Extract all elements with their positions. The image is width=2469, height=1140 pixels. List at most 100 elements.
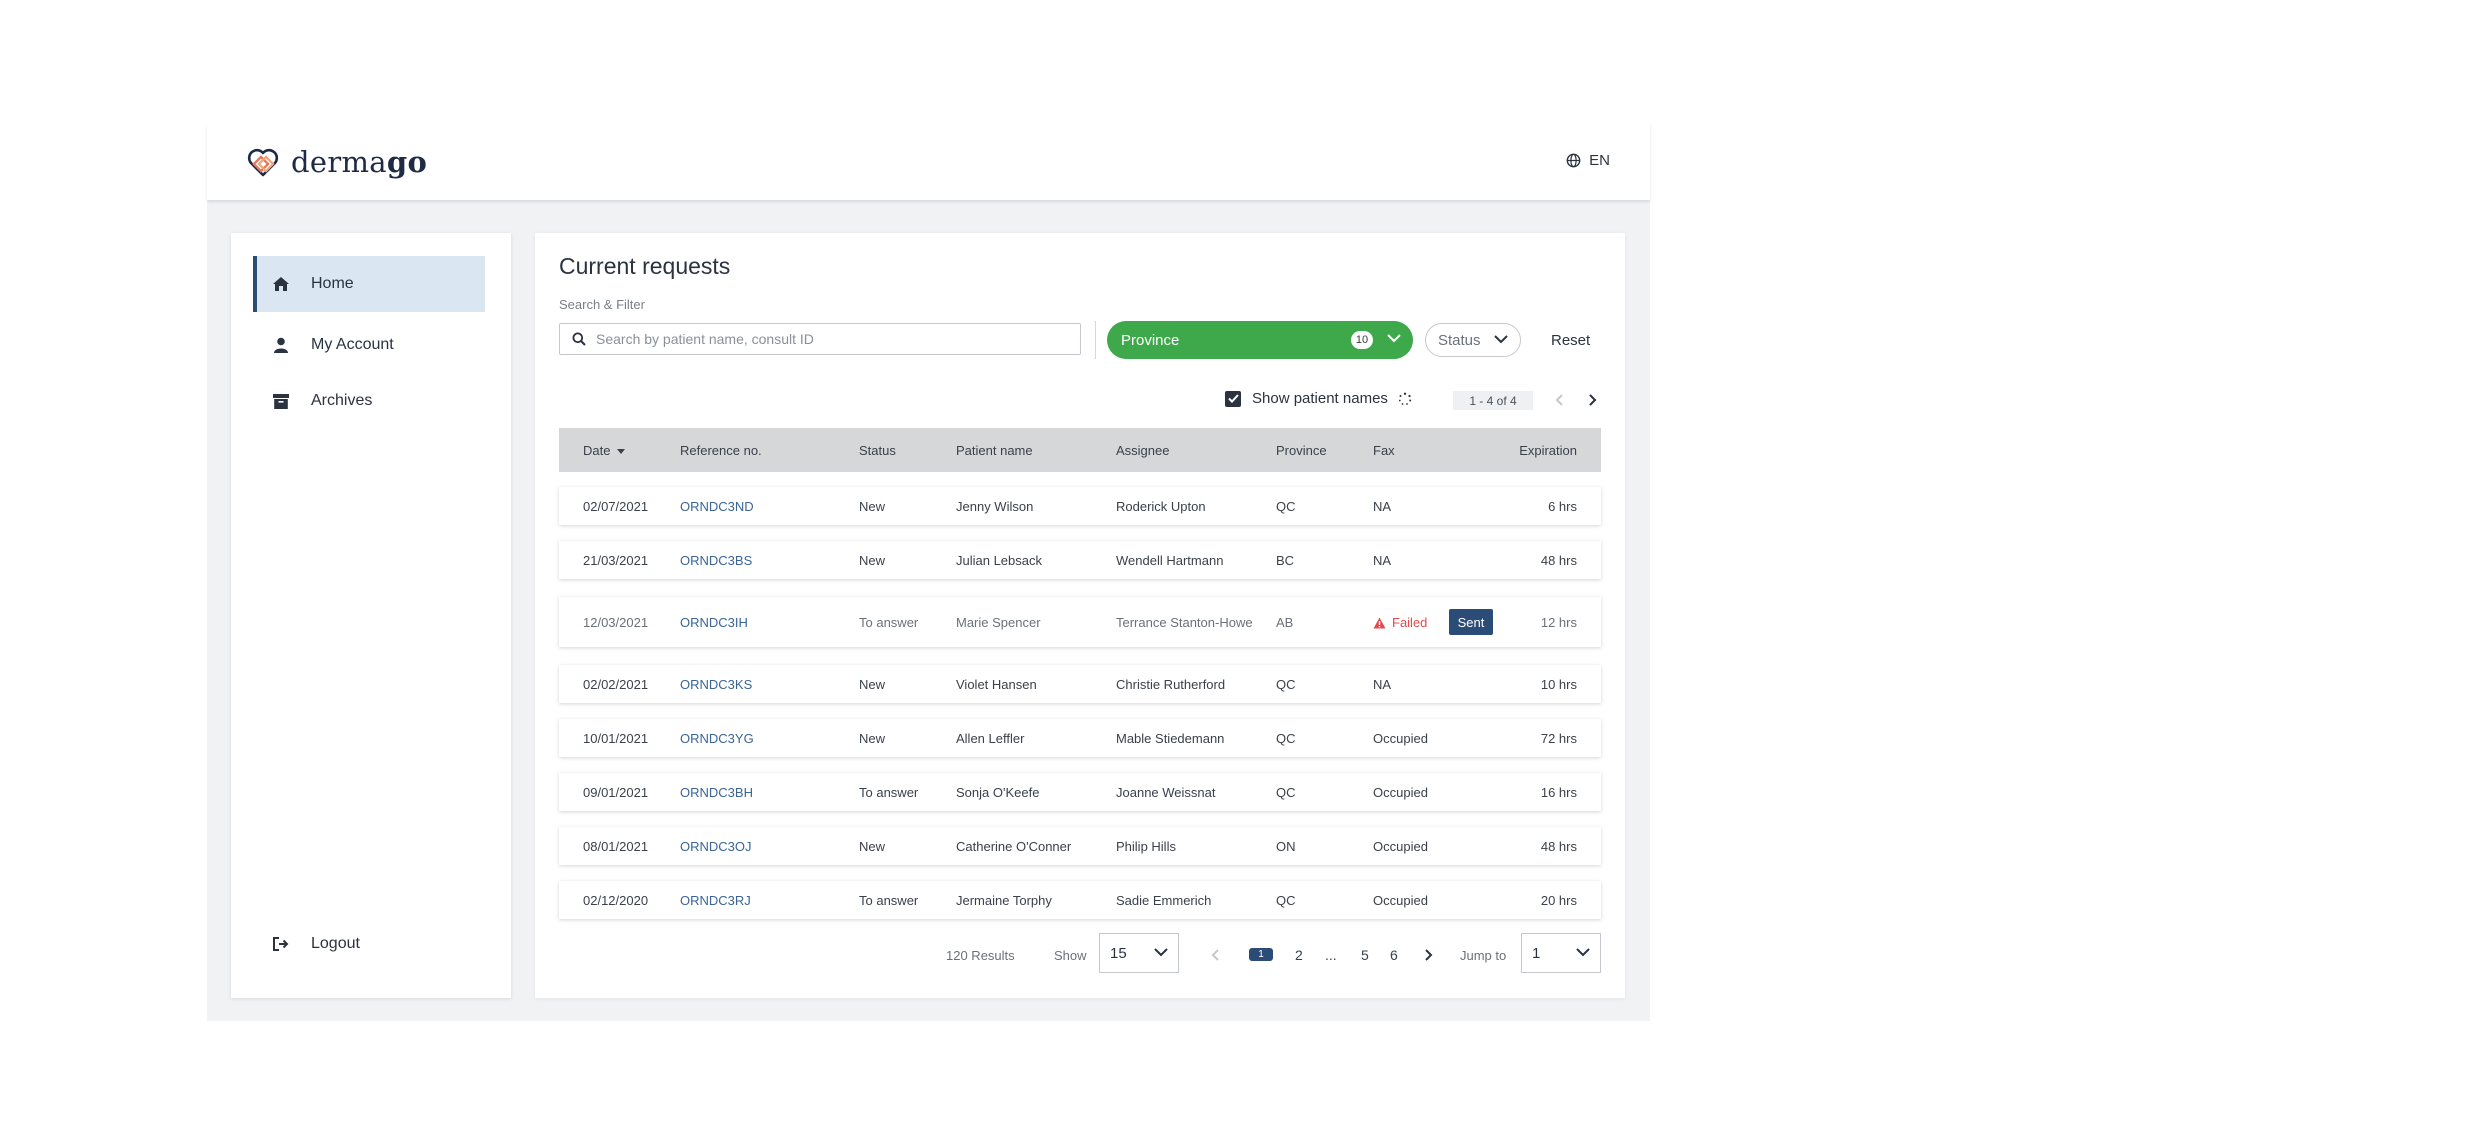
cell-assignee: Wendell Hartmann [1116, 553, 1224, 568]
chevron-down-icon [1494, 335, 1508, 344]
language-label: EN [1589, 152, 1610, 169]
cell-reference-link[interactable]: ORNDC3OJ [680, 839, 752, 854]
chevron-right-icon[interactable] [1587, 393, 1597, 407]
chevron-right-icon[interactable] [1423, 948, 1433, 962]
sort-desc-icon [617, 449, 626, 454]
cell-reference-link[interactable]: ORNDC3RJ [680, 893, 751, 908]
cell-fax: NA [1373, 677, 1392, 692]
fax-sent-button[interactable]: Sent [1449, 609, 1493, 635]
table-row[interactable]: 08/01/2021 ORNDC3OJ New Catherine O'Conn… [559, 827, 1601, 865]
sidebar: Home My Account Archives Logout [231, 233, 511, 998]
cell-assignee: Philip Hills [1116, 839, 1176, 854]
brand-name-part-a: derma [291, 145, 387, 179]
column-header-fax[interactable]: Fax [1373, 443, 1395, 458]
column-header-label: Date [583, 443, 611, 458]
page-6-button[interactable]: 6 [1390, 947, 1398, 963]
cell-reference-link[interactable]: ORNDC3ND [680, 499, 754, 514]
page-5-button[interactable]: 5 [1361, 947, 1369, 963]
brand-logo[interactable]: dermago [245, 142, 427, 182]
cell-status: New [859, 499, 886, 514]
column-header-province[interactable]: Province [1276, 443, 1327, 458]
sidebar-item-archives[interactable]: Archives [253, 373, 485, 429]
reset-button[interactable]: Reset [1551, 332, 1590, 349]
cell-status: To answer [859, 893, 919, 908]
search-filter-label: Search & Filter [559, 297, 645, 312]
cell-fax: Occupied [1373, 731, 1428, 746]
mini-pager-range: 1 - 4 of 4 [1453, 391, 1533, 410]
column-header-status[interactable]: Status [859, 443, 896, 458]
cell-expiration: 12 hrs [1540, 615, 1577, 630]
cell-reference-link[interactable]: ORNDC3YG [680, 731, 754, 746]
table-row[interactable]: 10/01/2021 ORNDC3YG New Allen Leffler Ma… [559, 719, 1601, 757]
table-row[interactable]: 21/03/2021 ORNDC3BS New Julian Lebsack W… [559, 541, 1601, 579]
logo-mark-icon [247, 148, 279, 177]
cell-reference-link[interactable]: ORNDC3KS [680, 677, 752, 692]
cell-patient-name: Marie Spencer [956, 615, 1041, 630]
cell-province: QC [1276, 731, 1296, 746]
column-header-reference[interactable]: Reference no. [680, 443, 762, 458]
cell-province: AB [1276, 615, 1294, 630]
cell-expiration: 10 hrs [1540, 677, 1577, 692]
column-header-date[interactable]: Date [583, 443, 626, 458]
cell-province: QC [1276, 499, 1296, 514]
jump-to-value: 1 [1532, 944, 1541, 962]
cell-patient-name: Sonja O'Keefe [956, 785, 1040, 800]
page-2-button[interactable]: 2 [1295, 947, 1303, 963]
cell-reference-link[interactable]: ORNDC3IH [680, 615, 748, 630]
cell-status: New [859, 839, 886, 854]
cell-patient-name: Violet Hansen [956, 677, 1037, 692]
chevron-left-icon[interactable] [1555, 393, 1565, 407]
cell-fax: Occupied [1373, 893, 1428, 908]
cell-status: To answer [859, 615, 919, 630]
checkmark-icon [1227, 394, 1239, 403]
page-size-select[interactable]: 15 [1099, 933, 1179, 973]
status-filter[interactable]: Status [1425, 323, 1521, 357]
logout-button[interactable]: Logout [253, 916, 485, 972]
app-window: dermago EN Home My Account Archives Logo… [207, 124, 1650, 1021]
sidebar-item-my-account[interactable]: My Account [253, 317, 485, 373]
column-header-patient-name[interactable]: Patient name [956, 443, 1033, 458]
cell-assignee: Christie Rutherford [1116, 677, 1226, 692]
jump-to-select[interactable]: 1 [1521, 933, 1601, 973]
cell-date: 21/03/2021 [583, 553, 649, 568]
cell-province: BC [1276, 553, 1295, 568]
table-row[interactable]: 02/12/2020 ORNDC3RJ To answer Jermaine T… [559, 881, 1601, 919]
table-row[interactable]: 02/02/2021 ORNDC3KS New Violet Hansen Ch… [559, 665, 1601, 703]
show-patient-names-checkbox[interactable] [1225, 390, 1241, 407]
cell-status: New [859, 731, 886, 746]
cell-patient-name: Catherine O'Conner [956, 839, 1072, 854]
sidebar-item-label: Home [311, 275, 354, 292]
cell-date: 08/01/2021 [583, 839, 649, 854]
cell-fax-failed: Failed [1373, 615, 1427, 630]
cell-province: QC [1276, 677, 1296, 692]
search-input[interactable] [594, 330, 1078, 348]
cell-patient-name: Jenny Wilson [956, 499, 1034, 514]
province-filter[interactable]: Province 10 [1107, 321, 1413, 359]
brand-name-part-b: go [386, 145, 428, 179]
cell-expiration: 6 hrs [1548, 499, 1577, 514]
table-row[interactable]: 09/01/2021 ORNDC3BH To answer Sonja O'Ke… [559, 773, 1601, 811]
table-row[interactable]: 02/07/2021 ORNDC3ND New Jenny Wilson Rod… [559, 487, 1601, 525]
cell-province: QC [1276, 785, 1296, 800]
cell-assignee: Roderick Upton [1116, 499, 1206, 514]
page-size-value: 15 [1110, 944, 1127, 962]
show-patient-names-toggle[interactable]: Show patient names [1225, 390, 1412, 407]
cell-fax: NA [1373, 499, 1392, 514]
page-1-button[interactable]: 1 [1249, 948, 1273, 961]
cell-fax: Occupied [1373, 785, 1428, 800]
sidebar-item-home[interactable]: Home [253, 256, 485, 312]
cell-reference-link[interactable]: ORNDC3BS [680, 553, 752, 568]
cell-expiration: 16 hrs [1540, 785, 1577, 800]
chevron-down-icon [1154, 948, 1168, 957]
language-switcher[interactable]: EN [1566, 152, 1610, 169]
column-header-assignee[interactable]: Assignee [1116, 443, 1169, 458]
cell-assignee: Mable Stiedemann [1116, 731, 1225, 746]
column-header-expiration[interactable]: Expiration [1519, 443, 1577, 458]
search-box[interactable] [559, 323, 1081, 355]
cell-date: 02/07/2021 [583, 499, 649, 514]
table-row[interactable]: 12/03/2021 ORNDC3IH To answer Marie Spen… [559, 597, 1601, 647]
globe-icon [1566, 153, 1581, 168]
loading-spinner-icon [1398, 392, 1412, 405]
chevron-left-icon[interactable] [1211, 948, 1221, 962]
cell-reference-link[interactable]: ORNDC3BH [680, 785, 753, 800]
